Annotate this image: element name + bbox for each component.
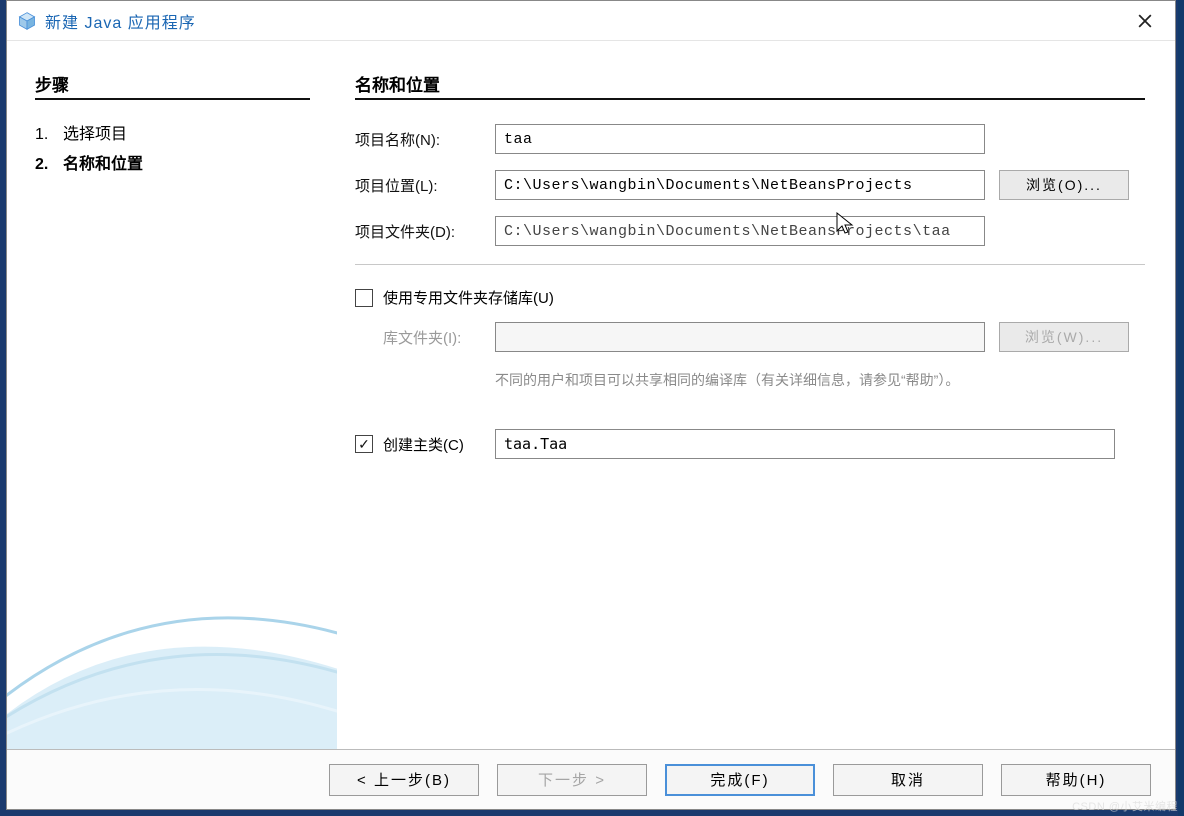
app-cube-icon [17,11,37,31]
row-create-main: 创建主类(C) [355,429,1145,459]
dialog-window: 新建 Java 应用程序 步骤 1. 选择项目 2. 名称和位置 [6,0,1176,810]
create-main-input[interactable] [495,429,1115,459]
browse-lib-button: 浏览(W)... [999,322,1129,352]
use-dedicated-label: 使用专用文件夹存储库(U) [383,287,554,308]
project-location-input[interactable] [495,170,985,200]
separator [355,264,1145,265]
footer-buttons: < 上一步(B) 下一步 > 完成(F) 取消 帮助(H) [7,749,1175,809]
lib-folder-input [495,322,985,352]
steps-list: 1. 选择项目 2. 名称和位置 [35,120,315,174]
next-button: 下一步 > [497,764,647,796]
window-title: 新建 Java 应用程序 [45,9,196,33]
row-project-folder: 项目文件夹(D): [355,216,1145,246]
back-button[interactable]: < 上一步(B) [329,764,479,796]
steps-heading: 步骤 [35,71,310,100]
step-label: 选择项目 [63,120,127,144]
lib-folder-label: 库文件夹(I): [383,327,495,348]
close-button[interactable] [1125,6,1165,36]
step-label: 名称和位置 [63,150,143,174]
step-item-current: 2. 名称和位置 [35,150,315,174]
project-name-label: 项目名称(N): [355,129,495,150]
help-button[interactable]: 帮助(H) [1001,764,1151,796]
dialog-body: 步骤 1. 选择项目 2. 名称和位置 [7,41,1175,749]
main-heading: 名称和位置 [355,71,1145,100]
create-main-checkbox[interactable] [355,435,373,453]
use-dedicated-checkbox[interactable] [355,289,373,307]
background-strip [1178,0,1184,816]
cancel-button[interactable]: 取消 [833,764,983,796]
step-item: 1. 选择项目 [35,120,315,144]
form-area: 项目名称(N): 项目位置(L): 浏览(O)... 项目文件夹(D): 使用专… [355,124,1145,459]
step-number: 1. [35,126,63,144]
titlebar: 新建 Java 应用程序 [7,1,1175,41]
project-folder-input [495,216,985,246]
finish-button[interactable]: 完成(F) [665,764,815,796]
project-location-label: 项目位置(L): [355,175,495,196]
project-folder-label: 项目文件夹(D): [355,221,495,242]
lib-hint-text: 不同的用户和项目可以共享相同的编译库（有关详细信息，请参见“帮助”）。 [495,368,1015,393]
watermark-text: CSDN @小艾米编程 [1072,798,1178,814]
row-use-dedicated: 使用专用文件夹存储库(U) [355,287,1145,308]
row-project-name: 项目名称(N): [355,124,1145,154]
row-lib-folder: 库文件夹(I): 浏览(W)... [383,322,1145,352]
steps-panel: 步骤 1. 选择项目 2. 名称和位置 [7,41,335,749]
create-main-label: 创建主类(C) [383,434,495,455]
row-project-location: 项目位置(L): 浏览(O)... [355,170,1145,200]
main-panel: 名称和位置 项目名称(N): 项目位置(L): 浏览(O)... 项目文件夹(D… [335,41,1175,749]
browse-location-button[interactable]: 浏览(O)... [999,170,1129,200]
close-icon [1138,14,1152,28]
step-number: 2. [35,156,63,174]
decorative-swoosh [7,529,337,749]
project-name-input[interactable] [495,124,985,154]
